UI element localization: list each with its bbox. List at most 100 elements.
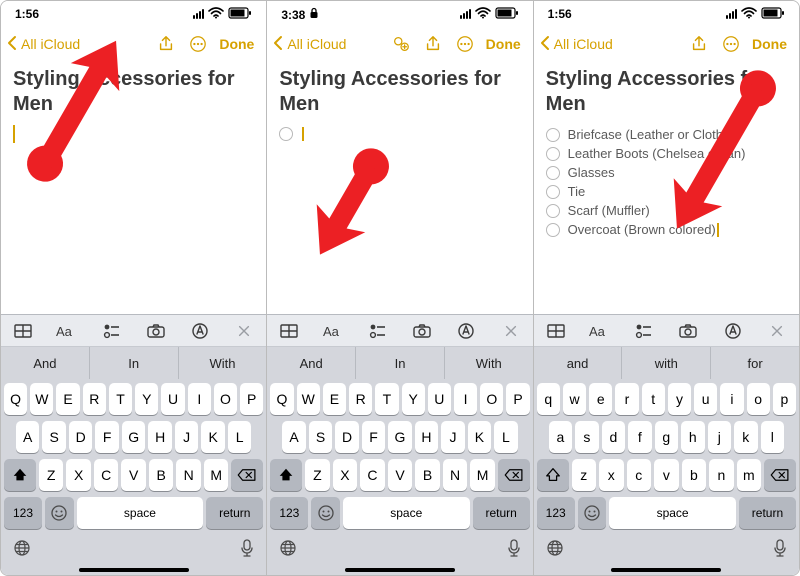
key-p[interactable]: P — [506, 383, 529, 415]
key-w[interactable]: W — [30, 383, 53, 415]
key-b[interactable]: B — [149, 459, 174, 491]
globe-button[interactable] — [546, 539, 564, 562]
camera-button[interactable] — [144, 319, 168, 343]
emoji-key[interactable] — [311, 497, 340, 529]
key-e[interactable]: E — [323, 383, 346, 415]
checkbox-circle-icon[interactable] — [546, 147, 560, 161]
globe-button[interactable] — [13, 539, 31, 562]
emoji-key[interactable] — [45, 497, 74, 529]
close-toolbar-button[interactable] — [499, 319, 523, 343]
key-s[interactable]: s — [575, 421, 598, 453]
predictive-word[interactable]: And — [1, 347, 90, 379]
numbers-key[interactable]: 123 — [537, 497, 575, 529]
table-button[interactable] — [544, 319, 568, 343]
key-m[interactable]: m — [737, 459, 762, 491]
markup-button[interactable] — [188, 319, 212, 343]
more-button[interactable] — [185, 31, 211, 57]
key-k[interactable]: K — [201, 421, 224, 453]
more-button[interactable] — [718, 31, 744, 57]
key-d[interactable]: d — [602, 421, 625, 453]
return-key[interactable]: return — [206, 497, 263, 529]
key-k[interactable]: K — [468, 421, 491, 453]
key-d[interactable]: D — [335, 421, 358, 453]
checkbox-circle-icon[interactable] — [546, 223, 560, 237]
checkbox-circle-icon[interactable] — [546, 128, 560, 142]
key-b[interactable]: B — [415, 459, 440, 491]
key-w[interactable]: w — [563, 383, 586, 415]
done-button[interactable]: Done — [217, 36, 256, 52]
key-o[interactable]: O — [214, 383, 237, 415]
key-v[interactable]: V — [388, 459, 413, 491]
key-q[interactable]: q — [537, 383, 560, 415]
key-i[interactable]: i — [720, 383, 743, 415]
share-button[interactable] — [153, 31, 179, 57]
checkbox-circle-icon[interactable] — [546, 204, 560, 218]
markup-button[interactable] — [721, 319, 745, 343]
key-c[interactable]: c — [627, 459, 652, 491]
key-s[interactable]: S — [42, 421, 65, 453]
key-c[interactable]: C — [94, 459, 119, 491]
checklist-item[interactable]: Glasses — [546, 163, 787, 182]
key-j[interactable]: J — [441, 421, 464, 453]
key-g[interactable]: g — [655, 421, 678, 453]
key-t[interactable]: T — [109, 383, 132, 415]
key-k[interactable]: k — [734, 421, 757, 453]
key-j[interactable]: J — [175, 421, 198, 453]
key-z[interactable]: z — [572, 459, 597, 491]
key-x[interactable]: x — [599, 459, 624, 491]
dictation-button[interactable] — [507, 538, 521, 563]
return-key[interactable]: return — [473, 497, 530, 529]
key-j[interactable]: j — [708, 421, 731, 453]
done-button[interactable]: Done — [750, 36, 789, 52]
key-f[interactable]: F — [362, 421, 385, 453]
checkbox-circle-icon[interactable] — [546, 185, 560, 199]
shift-key[interactable] — [4, 459, 36, 491]
predictive-word[interactable]: and — [534, 347, 623, 379]
key-v[interactable]: v — [654, 459, 679, 491]
key-d[interactable]: D — [69, 421, 92, 453]
key-t[interactable]: T — [375, 383, 398, 415]
emoji-key[interactable] — [578, 497, 607, 529]
done-button[interactable]: Done — [484, 36, 523, 52]
checklist-item[interactable]: Leather Boots (Chelsea or tan) — [546, 144, 787, 163]
key-h[interactable]: H — [148, 421, 171, 453]
key-u[interactable]: u — [694, 383, 717, 415]
key-g[interactable]: G — [122, 421, 145, 453]
checklist-button[interactable] — [100, 319, 124, 343]
note-body[interactable]: Styling Accessories for Men Briefcase (L… — [534, 61, 799, 314]
backspace-key[interactable] — [764, 459, 796, 491]
key-i[interactable]: I — [188, 383, 211, 415]
checklist-item[interactable] — [279, 125, 520, 143]
key-r[interactable]: r — [615, 383, 638, 415]
shift-key[interactable] — [270, 459, 302, 491]
key-x[interactable]: X — [66, 459, 91, 491]
more-button[interactable] — [452, 31, 478, 57]
key-f[interactable]: F — [95, 421, 118, 453]
text-format-button[interactable] — [55, 319, 79, 343]
key-l[interactable]: L — [228, 421, 251, 453]
checkbox-circle-icon[interactable] — [279, 127, 293, 141]
predictive-word[interactable]: with — [622, 347, 711, 379]
checklist-item[interactable]: Overcoat (Brown colored) — [546, 220, 787, 239]
key-u[interactable]: U — [428, 383, 451, 415]
key-g[interactable]: G — [388, 421, 411, 453]
predictive-word[interactable]: In — [90, 347, 179, 379]
key-e[interactable]: e — [589, 383, 612, 415]
back-button[interactable]: All iCloud — [5, 35, 147, 54]
backspace-key[interactable] — [231, 459, 263, 491]
key-l[interactable]: l — [761, 421, 784, 453]
key-z[interactable]: Z — [39, 459, 64, 491]
key-z[interactable]: Z — [305, 459, 330, 491]
key-w[interactable]: W — [297, 383, 320, 415]
key-h[interactable]: h — [681, 421, 704, 453]
key-p[interactable]: p — [773, 383, 796, 415]
key-a[interactable]: A — [282, 421, 305, 453]
checklist-item[interactable]: Briefcase (Leather or Cloth) — [546, 125, 787, 144]
key-c[interactable]: C — [360, 459, 385, 491]
key-b[interactable]: b — [682, 459, 707, 491]
camera-button[interactable] — [410, 319, 434, 343]
key-r[interactable]: R — [83, 383, 106, 415]
space-key[interactable]: space — [343, 497, 470, 529]
key-h[interactable]: H — [415, 421, 438, 453]
key-o[interactable]: O — [480, 383, 503, 415]
